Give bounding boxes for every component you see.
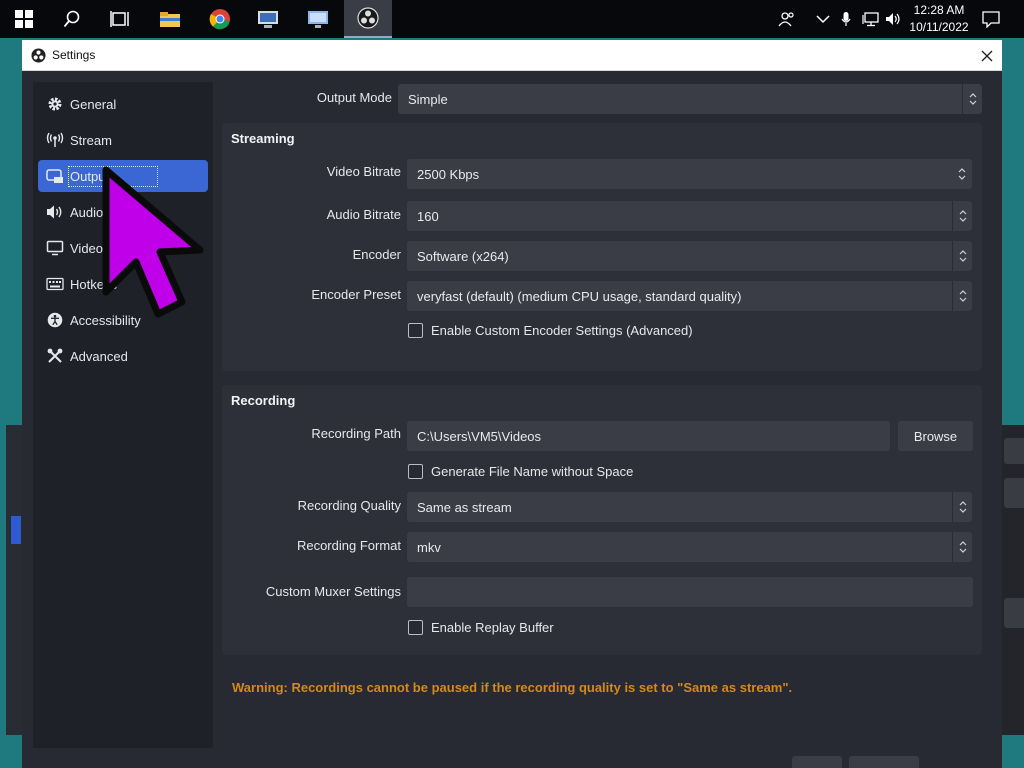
gear-icon <box>38 96 68 112</box>
speaker-icon <box>38 204 68 220</box>
background-app-panel-right <box>1000 425 1024 735</box>
audio-bitrate-value: 160 <box>417 208 439 224</box>
clock[interactable]: 12:28 AM 10/11/2022 <box>902 2 976 36</box>
checkbox-box[interactable] <box>408 464 423 479</box>
encoder-preset-label: Encoder Preset <box>311 287 401 302</box>
remote-desktop-icon[interactable] <box>294 0 342 38</box>
network-icon[interactable] <box>860 0 882 38</box>
settings-window: Settings General Stream Output Audio Vid… <box>22 40 1002 768</box>
cursor-arrow-icon <box>102 166 204 318</box>
spinner-arrows-icon <box>952 159 972 189</box>
keyboard-icon <box>38 277 68 291</box>
custom-encoder-label: Enable Custom Encoder Settings (Advanced… <box>431 323 693 338</box>
windows-start-icon[interactable] <box>0 0 48 38</box>
replay-buffer-checkbox[interactable]: Enable Replay Buffer <box>408 620 554 635</box>
obs-icon[interactable] <box>344 0 392 38</box>
warning-message: Warning: Recordings cannot be paused if … <box>232 680 793 695</box>
people-icon[interactable] <box>776 0 798 38</box>
video-bitrate-label: Video Bitrate <box>326 164 401 179</box>
sidebar-item-label: Stream <box>70 132 112 148</box>
updown-arrows-icon <box>962 84 982 114</box>
clock-time: 12:28 AM <box>913 3 965 17</box>
network-app-icon[interactable] <box>244 0 292 38</box>
recording-format-select[interactable]: mkv <box>407 532 972 562</box>
search-icon[interactable] <box>48 0 96 38</box>
recording-path-label: Recording Path <box>311 426 401 441</box>
output-mode-select[interactable]: Simple <box>398 84 982 114</box>
accessibility-icon <box>38 312 68 328</box>
recording-format-value: mkv <box>417 539 441 555</box>
audio-bitrate-select[interactable]: 160 <box>407 201 972 231</box>
streaming-title: Streaming <box>231 131 295 146</box>
clock-date: 10/11/2022 <box>909 20 969 34</box>
sidebar-item-label: General <box>70 96 117 112</box>
output-mode-value: Simple <box>408 91 448 107</box>
custom-muxer-label: Custom Muxer Settings <box>265 584 401 599</box>
output-icon <box>38 168 68 184</box>
sidebar-item-advanced[interactable]: Advanced <box>38 340 208 372</box>
close-icon <box>981 50 993 62</box>
encoder-preset-value: veryfast (default) (medium CPU usage, st… <box>417 288 742 304</box>
window-title: Settings <box>52 48 96 62</box>
tools-icon <box>38 348 68 364</box>
checkbox-box[interactable] <box>408 620 423 635</box>
sidebar-item-stream[interactable]: Stream <box>38 124 208 156</box>
file-explorer-icon[interactable] <box>146 0 194 38</box>
recording-format-label: Recording Format <box>296 538 401 553</box>
bottom-button-partial[interactable] <box>792 756 842 768</box>
video-bitrate-value: 2500 Kbps <box>417 166 480 182</box>
updown-arrows-icon <box>952 492 972 522</box>
background-app-button <box>1004 478 1024 508</box>
background-app-settings-button <box>1004 598 1024 628</box>
recording-quality-value: Same as stream <box>417 499 512 515</box>
sidebar-item-label: Advanced <box>70 348 128 364</box>
no-space-filename-label: Generate File Name without Space <box>431 464 634 479</box>
chrome-icon[interactable] <box>196 0 244 38</box>
checkbox-box[interactable] <box>408 323 423 338</box>
output-mode-label: Output Mode <box>316 90 392 105</box>
updown-arrows-icon <box>952 241 972 271</box>
custom-muxer-input[interactable] <box>407 577 973 607</box>
recording-path-value: C:\Users\VM5\Videos <box>417 428 542 444</box>
background-app-highlight <box>11 516 21 544</box>
taskbar: 12:28 AM 10/11/2022 <box>0 0 1024 38</box>
updown-arrows-icon <box>952 281 972 311</box>
recording-path-input[interactable]: C:\Users\VM5\Videos <box>407 421 890 451</box>
updown-arrows-icon <box>952 201 972 231</box>
encoder-label: Encoder <box>352 247 401 262</box>
custom-encoder-checkbox[interactable]: Enable Custom Encoder Settings (Advanced… <box>408 323 693 338</box>
browse-button[interactable]: Browse <box>898 421 973 451</box>
video-bitrate-input[interactable]: 2500 Kbps <box>407 159 972 189</box>
replay-buffer-label: Enable Replay Buffer <box>431 620 554 635</box>
encoder-preset-select[interactable]: veryfast (default) (medium CPU usage, st… <box>407 281 972 311</box>
notification-icon[interactable] <box>980 0 1002 38</box>
no-space-filename-checkbox[interactable]: Generate File Name without Space <box>408 464 633 479</box>
sidebar-item-general[interactable]: General <box>38 88 208 120</box>
background-app-panel-left <box>6 425 22 735</box>
recording-title: Recording <box>231 393 296 408</box>
bottom-button-partial[interactable] <box>849 756 919 768</box>
title-bar: Settings <box>22 40 1002 71</box>
audio-bitrate-label: Audio Bitrate <box>326 207 401 222</box>
task-view-icon[interactable] <box>96 0 144 38</box>
obs-app-icon <box>31 48 46 63</box>
recording-quality-select[interactable]: Same as stream <box>407 492 972 522</box>
encoder-value: Software (x264) <box>417 248 509 264</box>
chevron-up-icon[interactable] <box>814 0 832 38</box>
volume-icon[interactable] <box>884 0 902 38</box>
close-button[interactable] <box>975 44 999 68</box>
background-app-spin-control <box>1004 438 1024 464</box>
encoder-select[interactable]: Software (x264) <box>407 241 972 271</box>
broadcast-icon <box>38 132 68 148</box>
monitor-icon <box>38 240 68 256</box>
updown-arrows-icon <box>952 532 972 562</box>
recording-quality-label: Recording Quality <box>297 498 401 513</box>
microphone-icon[interactable] <box>838 0 854 38</box>
